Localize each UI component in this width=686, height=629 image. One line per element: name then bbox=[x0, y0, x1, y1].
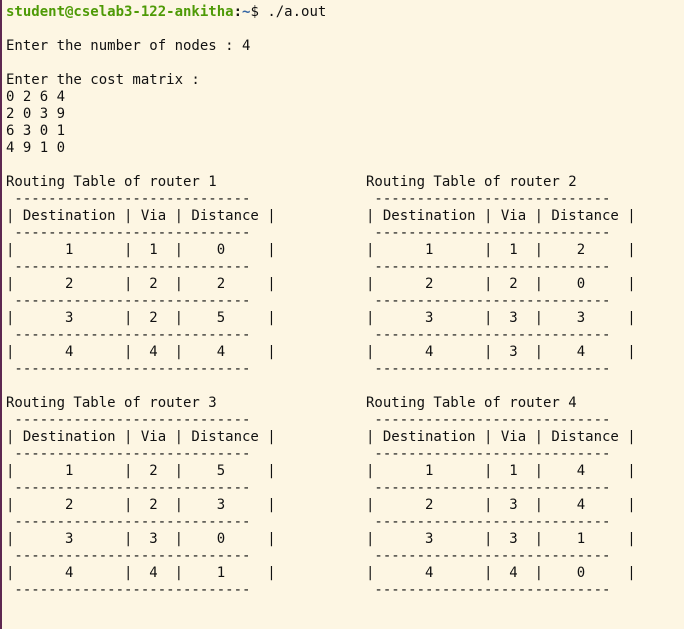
table-border: ---------------------------- bbox=[366, 327, 611, 343]
table-border: ---------------------------- bbox=[6, 480, 251, 496]
table-border: ---------------------------- bbox=[6, 225, 251, 241]
table-header: | Destination | Via | Distance | bbox=[6, 208, 276, 224]
table-header: | Destination | Via | Distance | bbox=[366, 429, 636, 445]
matrix-row: 0 2 6 4 bbox=[6, 89, 66, 105]
table-border: ---------------------------- bbox=[6, 361, 251, 377]
table-row: | 4 | 4 | 1 | bbox=[6, 565, 276, 581]
table-row: | 3 | 3 | 3 | bbox=[366, 310, 636, 326]
table-border: ---------------------------- bbox=[6, 412, 251, 428]
table-row: | 3 | 2 | 5 | bbox=[6, 310, 276, 326]
table-border: ---------------------------- bbox=[6, 293, 251, 309]
table-border: ---------------------------- bbox=[366, 548, 611, 564]
matrix-row: 4 9 1 0 bbox=[6, 140, 66, 156]
prompt-user-host: student@cselab3-122-ankitha bbox=[6, 4, 234, 20]
table-row: | 1 | 2 | 5 | bbox=[6, 463, 276, 479]
table-border: ---------------------------- bbox=[366, 514, 611, 530]
table-border: ---------------------------- bbox=[6, 548, 251, 564]
table-border: ---------------------------- bbox=[6, 259, 251, 275]
table-border: ---------------------------- bbox=[6, 582, 251, 598]
table-row: | 1 | 1 | 0 | bbox=[6, 242, 276, 258]
nodes-prompt: Enter the number of nodes : 4 bbox=[6, 38, 251, 54]
prompt-separator: : bbox=[233, 4, 243, 20]
table-header: | Destination | Via | Distance | bbox=[366, 208, 636, 224]
table-border: ---------------------------- bbox=[6, 514, 251, 530]
command-prompt-line: student@cselab3-122-ankitha:~$ ./a.out bbox=[6, 4, 326, 21]
command-text: ./a.out bbox=[267, 4, 327, 20]
matrix-row: 2 0 3 9 bbox=[6, 106, 66, 122]
prompt-symbol: $ bbox=[250, 4, 268, 20]
routing-table-title: Routing Table of router 2 bbox=[366, 174, 577, 190]
table-border: ---------------------------- bbox=[366, 259, 611, 275]
table-row: | 1 | 1 | 2 | bbox=[366, 242, 636, 258]
routing-table-title: Routing Table of router 3 bbox=[6, 395, 217, 411]
table-row: | 2 | 2 | 0 | bbox=[366, 276, 636, 292]
terminal-window[interactable]: student@cselab3-122-ankitha:~$ ./a.out E… bbox=[0, 0, 684, 629]
table-row: | 2 | 3 | 4 | bbox=[366, 497, 636, 513]
table-row: | 4 | 4 | 0 | bbox=[366, 565, 636, 581]
table-border: ---------------------------- bbox=[366, 293, 611, 309]
table-border: ---------------------------- bbox=[366, 480, 611, 496]
table-border: ---------------------------- bbox=[366, 225, 611, 241]
table-row: | 2 | 2 | 2 | bbox=[6, 276, 276, 292]
cost-matrix-prompt: Enter the cost matrix : bbox=[6, 72, 200, 88]
table-border: ---------------------------- bbox=[366, 361, 611, 377]
table-row: | 1 | 1 | 4 | bbox=[366, 463, 636, 479]
table-border: ---------------------------- bbox=[366, 582, 611, 598]
table-border: ---------------------------- bbox=[6, 446, 251, 462]
routing-table-title: Routing Table of router 4 bbox=[366, 395, 577, 411]
table-row: | 2 | 2 | 3 | bbox=[6, 497, 276, 513]
table-row: | 4 | 3 | 4 | bbox=[366, 344, 636, 360]
table-border: ---------------------------- bbox=[366, 446, 611, 462]
table-border: ---------------------------- bbox=[366, 412, 611, 428]
table-border: ---------------------------- bbox=[6, 327, 251, 343]
table-border: ---------------------------- bbox=[6, 191, 251, 207]
table-border: ---------------------------- bbox=[366, 191, 611, 207]
matrix-row: 6 3 0 1 bbox=[6, 123, 66, 139]
table-header: | Destination | Via | Distance | bbox=[6, 429, 276, 445]
table-row: | 4 | 4 | 4 | bbox=[6, 344, 276, 360]
table-row: | 3 | 3 | 1 | bbox=[366, 531, 636, 547]
table-row: | 3 | 3 | 0 | bbox=[6, 531, 276, 547]
routing-table-title: Routing Table of router 1 bbox=[6, 174, 217, 190]
